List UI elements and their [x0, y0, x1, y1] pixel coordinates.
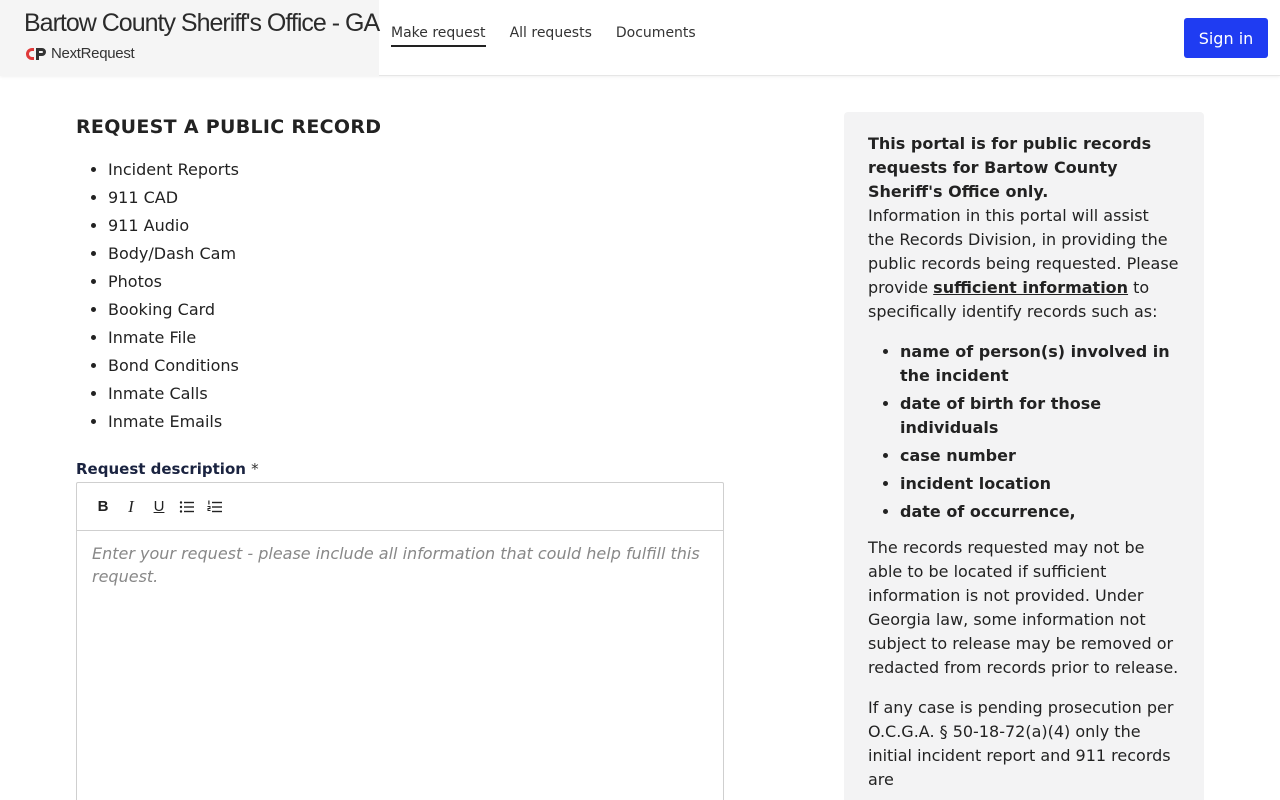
list-item: Body/Dash Cam — [108, 240, 724, 268]
list-item: Inmate Calls — [108, 380, 724, 408]
sufficient-information-link[interactable]: sufficient information — [933, 278, 1128, 297]
editor-toolbar: B I U — [77, 483, 723, 531]
records-notice: The records requested may not be able to… — [868, 538, 1179, 677]
pending-prosecution-notice: If any case is pending prosecution per O… — [868, 698, 1174, 789]
bold-button[interactable]: B — [89, 495, 117, 519]
underline-icon: U — [153, 498, 165, 515]
record-types-list: Incident Reports 911 CAD 911 Audio Body/… — [76, 156, 724, 436]
list-item: Bond Conditions — [108, 352, 724, 380]
brand-area: Bartow County Sheriff's Office - GA Next… — [0, 0, 380, 76]
nextrequest-logo[interactable]: NextRequest — [25, 45, 135, 62]
main-nav: Make request All requests Documents — [391, 25, 720, 47]
nav-all-requests[interactable]: All requests — [510, 25, 592, 47]
list-item: 911 Audio — [108, 212, 724, 240]
agency-name[interactable]: Bartow County Sheriff's Office - GA — [24, 9, 380, 38]
numbered-list-icon — [207, 500, 222, 512]
bullet-list-button[interactable] — [173, 495, 201, 519]
list-item: date of birth for those individuals — [900, 392, 1180, 440]
sidebar-info-text: Information in this portal will assist t… — [868, 204, 1180, 324]
top-header: Bartow County Sheriff's Office - GA Next… — [0, 0, 1280, 76]
list-item: Booking Card — [108, 296, 724, 324]
underline-button[interactable]: U — [145, 495, 173, 519]
request-description-label-text: Request description — [76, 460, 246, 478]
list-item: incident location — [900, 472, 1180, 496]
nextrequest-logo-text: NextRequest — [51, 45, 135, 62]
nav-documents[interactable]: Documents — [616, 25, 696, 47]
list-item: Photos — [108, 268, 724, 296]
italic-button[interactable]: I — [117, 495, 145, 519]
list-item: case number — [900, 444, 1180, 468]
bullet-list-icon — [179, 500, 194, 513]
request-description-input[interactable]: Enter your request - please include all … — [77, 531, 723, 599]
list-item: name of person(s) involved in the incide… — [900, 340, 1180, 388]
list-item: Inmate Emails — [108, 408, 724, 436]
numbered-list-button[interactable] — [201, 495, 229, 519]
list-item: 911 CAD — [108, 184, 724, 212]
bold-icon: B — [97, 498, 109, 515]
required-asterisk: * — [251, 460, 259, 478]
request-description-label: Request description * — [76, 460, 724, 478]
request-description-editor: B I U Enter your request - please includ… — [76, 482, 724, 800]
identification-criteria-list: name of person(s) involved in the incide… — [868, 340, 1180, 524]
sign-in-button[interactable]: Sign in — [1184, 18, 1268, 58]
sidebar-intro: This portal is for public records reques… — [868, 134, 1152, 201]
list-item: date of occurrence, — [900, 500, 1180, 524]
list-item: Incident Reports — [108, 156, 724, 184]
italic-icon: I — [128, 496, 134, 516]
request-form-column: REQUEST A PUBLIC RECORD Incident Reports… — [76, 112, 724, 800]
page-title: REQUEST A PUBLIC RECORD — [76, 116, 382, 138]
info-sidebar: This portal is for public records reques… — [844, 112, 1204, 800]
list-item: Inmate File — [108, 324, 724, 352]
nav-make-request[interactable]: Make request — [391, 25, 486, 47]
nextrequest-logo-icon — [26, 47, 46, 60]
